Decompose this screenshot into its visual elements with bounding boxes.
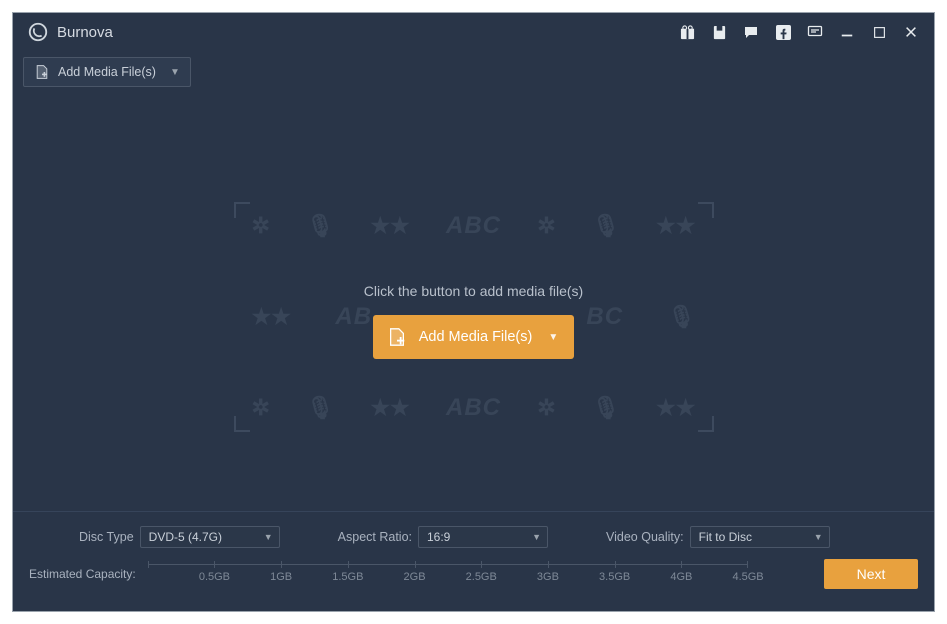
- video-quality-dropdown[interactable]: Fit to Disc ▼: [690, 526, 830, 548]
- stars-icon: ★★: [370, 395, 409, 421]
- add-media-center-label: Add Media File(s): [419, 329, 533, 345]
- video-quality-control: Video Quality: Fit to Disc ▼: [606, 526, 830, 548]
- ruler-tick: 1.5GB: [332, 571, 363, 583]
- disc-type-label: Disc Type: [79, 530, 134, 544]
- ruler-seg: 4.5GB: [681, 564, 748, 565]
- microphone-icon: 🎙: [306, 395, 334, 421]
- stars-icon: ★★: [656, 395, 695, 421]
- stars-icon: ★★: [252, 304, 291, 330]
- bottom-panel: Disc Type DVD-5 (4.7G) ▼ Aspect Ratio: 1…: [13, 511, 934, 611]
- output-controls: Disc Type DVD-5 (4.7G) ▼ Aspect Ratio: 1…: [79, 524, 918, 550]
- chevron-down-icon: ▼: [264, 532, 273, 542]
- capacity-ruler: 0.5GB1GB1.5GB2GB2.5GB3GB3.5GB4GB4.5GB: [148, 564, 748, 584]
- film-reel-icon: ✲: [252, 395, 270, 421]
- stars-icon: ★★: [370, 213, 409, 239]
- app-title: Burnova: [57, 24, 113, 41]
- film-reel-icon: ✲: [537, 395, 555, 421]
- toolbar: Add Media File(s) ▼: [13, 51, 934, 87]
- aspect-ratio-dropdown[interactable]: 16:9 ▼: [418, 526, 548, 548]
- next-button[interactable]: Next: [824, 559, 918, 589]
- minimize-icon[interactable]: [838, 23, 856, 41]
- capacity-row: Estimated Capacity: 0.5GB1GB1.5GB2GB2.5G…: [29, 564, 918, 584]
- facebook-icon[interactable]: [774, 23, 792, 41]
- media-drop-area: ✲ 🎙 ★★ ABC ✲ 🎙 ★★ ★★ AB x x x BC 🎙 ✲ 🎙 ★: [13, 87, 934, 511]
- ruler-tick: 2.5GB: [466, 571, 497, 583]
- ruler-seg: 3.5GB: [548, 564, 615, 565]
- feedback-icon[interactable]: [806, 23, 824, 41]
- aspect-ratio-label: Aspect Ratio:: [338, 530, 412, 544]
- ruler-tick: 3GB: [537, 571, 559, 583]
- chevron-down-icon: ▼: [548, 332, 558, 343]
- ruler-seg: 0.5GB: [148, 564, 215, 565]
- aspect-ratio-control: Aspect Ratio: 16:9 ▼: [338, 526, 548, 548]
- titlebar: Burnova: [13, 13, 934, 51]
- add-media-center-button[interactable]: Add Media File(s) ▼: [373, 315, 575, 359]
- add-media-top-button[interactable]: Add Media File(s) ▼: [23, 57, 191, 87]
- app-logo-icon: [27, 21, 49, 43]
- chevron-down-icon: ▼: [170, 67, 180, 78]
- ruler-seg: 3GB: [481, 564, 548, 565]
- gift-icon[interactable]: [678, 23, 696, 41]
- stars-icon: ★★: [656, 213, 695, 239]
- ruler-tick: 1GB: [270, 571, 292, 583]
- film-reel-icon: ✲: [252, 213, 270, 239]
- chevron-down-icon: ▼: [814, 532, 823, 542]
- abc-icon: BC: [586, 303, 623, 331]
- next-label: Next: [857, 566, 886, 582]
- ruler-seg: 1.5GB: [281, 564, 348, 565]
- film-reel-icon: ✲: [537, 213, 555, 239]
- microphone-icon: 🎙: [592, 213, 620, 239]
- ruler-tick: 2GB: [404, 571, 426, 583]
- ruler-tick: 0.5GB: [199, 571, 230, 583]
- ruler-tick: 4GB: [670, 571, 692, 583]
- titlebar-actions: [678, 23, 920, 41]
- chevron-down-icon: ▼: [532, 532, 541, 542]
- file-add-icon: [387, 327, 407, 347]
- ruler-tick: 4.5GB: [732, 571, 763, 583]
- disc-type-control: Disc Type DVD-5 (4.7G) ▼: [79, 526, 280, 548]
- microphone-icon: 🎙: [592, 395, 620, 421]
- video-quality-value: Fit to Disc: [699, 530, 752, 544]
- maximize-icon[interactable]: [870, 23, 888, 41]
- ruler-seg: 2GB: [348, 564, 415, 565]
- disc-type-dropdown[interactable]: DVD-5 (4.7G) ▼: [140, 526, 280, 548]
- center-content: Click the button to add media file(s) Ad…: [364, 283, 583, 359]
- capacity-label: Estimated Capacity:: [29, 567, 136, 581]
- ruler-seg: 1GB: [214, 564, 281, 565]
- save-icon[interactable]: [710, 23, 728, 41]
- ruler-seg: 2.5GB: [415, 564, 482, 565]
- video-quality-label: Video Quality:: [606, 530, 684, 544]
- abc-icon: ABC: [446, 212, 501, 240]
- chat-icon[interactable]: [742, 23, 760, 41]
- disc-type-value: DVD-5 (4.7G): [149, 530, 222, 544]
- add-media-top-label: Add Media File(s): [58, 65, 156, 79]
- close-icon[interactable]: [902, 23, 920, 41]
- app-window: Burnova Add Media File(s) ▼: [12, 12, 935, 612]
- aspect-ratio-value: 16:9: [427, 530, 450, 544]
- ruler-seg: 4GB: [615, 564, 682, 565]
- microphone-icon: 🎙: [306, 213, 334, 239]
- file-add-icon: [34, 64, 50, 80]
- microphone-icon: 🎙: [667, 304, 695, 330]
- ruler-tick: 3.5GB: [599, 571, 630, 583]
- abc-icon: ABC: [446, 394, 501, 422]
- add-media-hint: Click the button to add media file(s): [364, 283, 583, 299]
